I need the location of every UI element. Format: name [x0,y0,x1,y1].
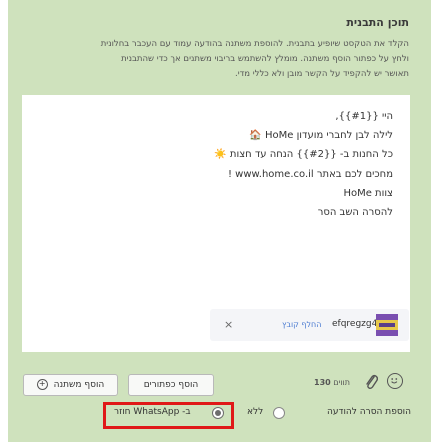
plus-circle-icon: + [36,379,48,390]
description-line: ולחץ על כפתור הוסף משתנה. מומלץ להשתמש ב… [121,54,409,64]
panel-description: הקלד את הטקסט שיופיע בתבנית. להוספת משתנ… [7,37,409,82]
add-variable-label: הוסף משתנה [53,380,105,390]
panel-title: תוכן התבנית [346,16,409,29]
message-line: להסרה השב הסר [317,206,393,218]
change-file-link[interactable]: החלף קובץ [282,320,321,329]
description-line: הקלד את הטקסט שיופיע בתבנית. להוספת משתנ… [100,39,409,49]
message-line: לילה לבן לחברי מועדון HoMe 🏠 [249,130,393,142]
add-variable-button[interactable]: הוסף משתנה + [23,374,118,396]
removal-option-label: הוספת הסרה להודעה [327,407,411,417]
attachment-thumbnail [376,314,398,336]
radio-none[interactable] [273,407,285,419]
character-count: תווים 130 [311,378,350,387]
message-line: צוות HoMe [343,187,393,199]
message-line: היי {{#1}}, [335,111,393,122]
paperclip-icon[interactable] [364,372,379,392]
message-line: מחכים לכם באתר www.home.co.il ! [227,168,393,180]
message-text[interactable]: היי {{#1}}, לילה לבן לחברי מועדון HoMe 🏠… [214,107,393,222]
character-count-label: תווים [333,378,350,387]
message-editor[interactable]: היי {{#1}}, לילה לבן לחברי מועדון HoMe 🏠… [22,95,410,352]
highlight-box [103,402,234,429]
description-line: תאושר יש להקפיד על הקשר מובן ולא כללי מד… [235,69,409,79]
editor-toolbar: תווים 130 הוסף כפתורים הוסף משתנה + [0,365,433,405]
radio-none-label[interactable]: ללא [247,407,263,417]
remove-attachment-button[interactable]: × [224,318,233,331]
smiley-icon[interactable] [387,373,403,389]
message-line: כל החנות ב- {{#2}} הנחה עד חצות ☀️ [214,149,393,161]
attachment-card: × החלף קובץ efqregzg4v [210,309,409,341]
character-count-value: 130 [314,378,331,387]
add-buttons-button[interactable]: הוסף כפתורים [128,374,214,396]
